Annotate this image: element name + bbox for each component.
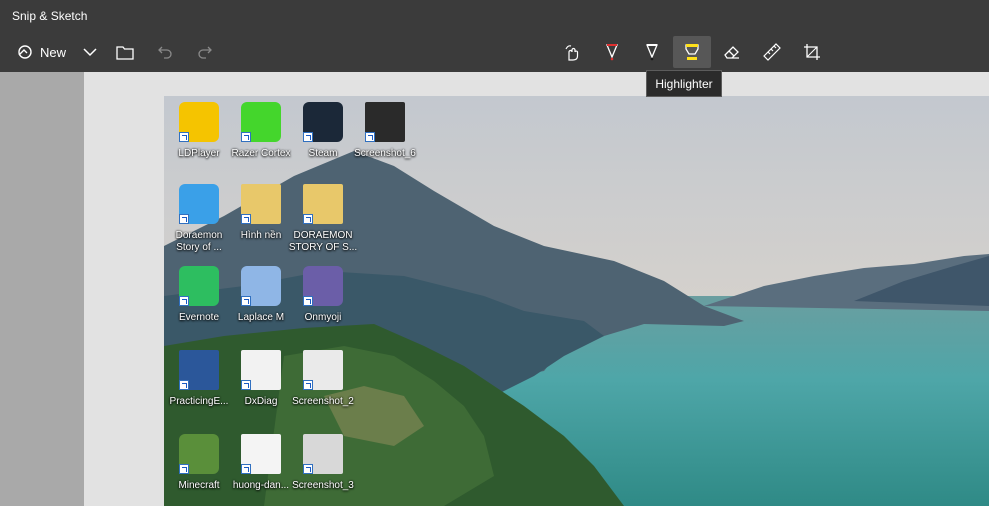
shortcut-arrow-icon	[241, 132, 251, 142]
shortcut-arrow-icon	[365, 132, 375, 142]
shortcut-arrow-icon	[303, 132, 313, 142]
shortcut-arrow-icon	[179, 380, 189, 390]
pencil-icon	[646, 44, 658, 61]
shortcut-arrow-icon	[179, 296, 189, 306]
tooltip-text: Highlighter	[655, 76, 713, 91]
minecraft-icon	[179, 434, 219, 474]
new-dropdown-button[interactable]	[80, 36, 100, 68]
word-document-icon	[179, 350, 219, 390]
shortcut-arrow-icon	[241, 296, 251, 306]
image-file-icon	[365, 102, 405, 142]
doraemon-icon	[179, 184, 219, 224]
redo-button[interactable]	[192, 36, 218, 68]
onmyoji-icon	[303, 266, 343, 306]
desktop-icon[interactable]: Laplace M	[226, 266, 296, 324]
crop-button[interactable]	[798, 36, 826, 68]
desktop-icon-label: PracticingE...	[169, 396, 229, 407]
touch-writing-button[interactable]	[558, 36, 586, 68]
new-snip-icon	[18, 45, 32, 59]
desktop-icon[interactable]: PracticingE...	[164, 350, 234, 408]
ballpoint-pen-icon	[606, 44, 618, 61]
highlighter-tooltip: Highlighter	[646, 70, 722, 97]
shortcut-arrow-icon	[179, 464, 189, 474]
ballpoint-pen-button[interactable]	[598, 36, 626, 68]
toolbar: New	[0, 32, 989, 72]
image-file-icon	[303, 350, 343, 390]
desktop-icon-label: Onmyoji	[304, 312, 342, 323]
desktop-icon[interactable]: Razer Cortex	[226, 102, 296, 160]
shortcut-arrow-icon	[179, 214, 189, 224]
desktop-icon-label: Hình nền	[240, 230, 282, 241]
crop-icon	[804, 44, 820, 60]
shortcut-arrow-icon	[303, 464, 313, 474]
ldplayer-icon	[179, 102, 219, 142]
desktop-icon-label: DxDiag	[244, 396, 278, 407]
shortcut-arrow-icon	[241, 380, 251, 390]
title-bar: Snip & Sketch	[0, 0, 989, 32]
desktop-icon-label: Laplace M	[237, 312, 285, 323]
desktop-icon-label: DORAEMON STORY OF S...	[288, 230, 358, 253]
evernote-icon	[179, 266, 219, 306]
desktop-icon[interactable]: DORAEMON STORY OF S...	[288, 184, 358, 254]
undo-icon	[158, 46, 172, 59]
razer-cortex-icon	[241, 102, 281, 142]
shortcut-arrow-icon	[303, 380, 313, 390]
image-file-icon	[303, 434, 343, 474]
desktop-icon-label: LDPlayer	[178, 148, 220, 159]
screenshot-image[interactable]: LDPlayer Razer Cortex Steam Screenshot_6 Dor…	[164, 96, 989, 506]
desktop-icon[interactable]: huong-dan...	[226, 434, 296, 492]
shortcut-arrow-icon	[241, 214, 251, 224]
desktop-icon-label: huong-dan...	[232, 480, 290, 491]
desktop-icon[interactable]: LDPlayer	[164, 102, 234, 160]
open-file-button[interactable]	[112, 36, 138, 68]
image-file-icon	[241, 434, 281, 474]
new-snip-button[interactable]: New	[8, 36, 74, 68]
ruler-button[interactable]	[758, 36, 786, 68]
new-label: New	[39, 44, 66, 60]
desktop-icon-label: Steam	[308, 148, 338, 159]
desktop-icon[interactable]: Screenshot_3	[288, 434, 358, 492]
shortcut-arrow-icon	[303, 214, 313, 224]
desktop-icon[interactable]: Onmyoji	[288, 266, 358, 324]
eraser-button[interactable]	[716, 36, 748, 68]
app-title: Snip & Sketch	[12, 9, 88, 23]
eraser-icon	[724, 46, 739, 59]
desktop-icon-label: Screenshot_3	[292, 480, 354, 491]
highlighter-icon	[685, 44, 699, 60]
desktop-icon[interactable]: Hình nền	[226, 184, 296, 242]
laplace-m-icon	[241, 266, 281, 306]
chevron-down-icon	[83, 48, 97, 57]
shortcut-arrow-icon	[179, 132, 189, 142]
redo-icon	[198, 46, 212, 59]
desktop-icon[interactable]: Doraemon Story of ...	[164, 184, 234, 254]
shortcut-arrow-icon	[303, 296, 313, 306]
desktop-icon[interactable]: Screenshot_2	[288, 350, 358, 408]
undo-button[interactable]	[152, 36, 178, 68]
steam-icon	[303, 102, 343, 142]
desktop-icon[interactable]: Screenshot_6	[350, 102, 420, 160]
touch-writing-icon	[565, 45, 579, 61]
desktop-icon-label: Doraemon Story of ...	[175, 230, 223, 253]
desktop-icon-label: Evernote	[178, 312, 220, 323]
desktop-icon-label: Screenshot_6	[354, 148, 416, 159]
text-file-icon	[241, 350, 281, 390]
folder-icon	[303, 184, 343, 224]
desktop-icon[interactable]: Minecraft	[164, 434, 234, 492]
desktop-icon[interactable]: DxDiag	[226, 350, 296, 408]
folder-icon	[241, 184, 281, 224]
desktop-icon[interactable]: Steam	[288, 102, 358, 160]
shortcut-arrow-icon	[241, 464, 251, 474]
highlighter-button[interactable]	[673, 36, 711, 68]
desktop-icon-label: Minecraft	[178, 480, 220, 491]
desktop-icon[interactable]: Evernote	[164, 266, 234, 324]
pencil-button[interactable]	[638, 36, 666, 68]
desktop-icon-label: Razer Cortex	[231, 148, 291, 159]
desktop-icon-label: Screenshot_2	[292, 396, 354, 407]
ruler-icon	[763, 43, 781, 61]
folder-icon	[116, 46, 134, 60]
